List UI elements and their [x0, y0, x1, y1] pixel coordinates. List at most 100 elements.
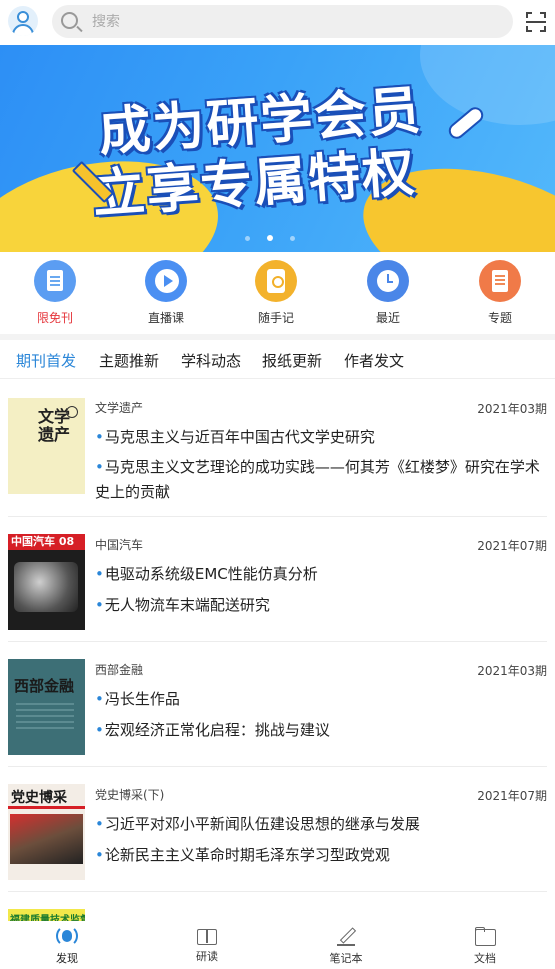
carousel-dot[interactable] — [245, 235, 250, 241]
cover-band — [8, 806, 85, 809]
article-title: 电驱动系统级EMC性能仿真分析 — [104, 565, 318, 583]
tab-4[interactable]: 报纸更新 — [262, 350, 322, 371]
journal-name: 文学遗产 — [95, 401, 144, 415]
nav-item[interactable]: 研读 — [177, 925, 237, 964]
carousel-dot[interactable] — [290, 235, 295, 241]
category-tabs: 期刊首发 主题推新 学科动态 报纸更新 作者发文 — [0, 340, 555, 379]
bullet-icon: • — [95, 596, 104, 614]
search-bar[interactable] — [52, 5, 513, 38]
article-title: 宏观经济正常化启程：挑战与建议 — [104, 721, 330, 739]
top-bar — [0, 0, 555, 44]
quick-menu-item[interactable]: 直播课 — [131, 260, 201, 326]
quick-menu-item[interactable]: 限免刊 — [20, 260, 90, 326]
search-icon — [61, 12, 78, 29]
quick-menu-item[interactable]: 随手记 — [241, 260, 311, 326]
cover-text-lines — [16, 703, 74, 733]
quick-menu-label: 直播课 — [147, 311, 184, 325]
quick-menu-label: 限免刊 — [36, 311, 73, 325]
tab-2[interactable]: 主题推新 — [99, 350, 159, 371]
article-link[interactable]: •马克思主义文艺理论的成功实践——何其芳《红楼梦》研究在学术史上的贡献 — [95, 455, 545, 505]
article-link[interactable]: •无人物流车末端配送研究 — [95, 593, 545, 618]
journal-issue: 2021年03期 — [477, 402, 547, 416]
bottom-navigation: 发现 研读 笔记本 文档 — [0, 921, 555, 969]
search-input[interactable] — [92, 5, 492, 38]
cover-photo — [10, 814, 83, 864]
article-link[interactable]: •电驱动系统级EMC性能仿真分析 — [95, 562, 545, 587]
bullet-icon: • — [95, 846, 104, 864]
journal-item[interactable]: 文学遗产 文学遗产 2021年03期 •马克思主义与近百年中国古代文学史研究 •马克思主… — [0, 380, 555, 517]
discover-dot — [62, 930, 72, 942]
article-title: 马克思主义与近百年中国古代文学史研究 — [104, 428, 375, 446]
pen-icon — [335, 925, 357, 947]
nav-label: 笔记本 — [329, 952, 363, 965]
avatar-head-icon — [17, 11, 29, 23]
book-open-icon — [197, 929, 217, 945]
journal-cover[interactable]: 文学遗产 — [8, 398, 85, 494]
cover-seal-icon — [66, 406, 78, 418]
avatar[interactable] — [8, 6, 38, 36]
journal-cover[interactable]: 西部金融 — [8, 659, 85, 755]
folder-icon — [474, 925, 496, 947]
quick-menu-label: 最近 — [375, 311, 400, 325]
play-icon — [145, 260, 187, 302]
nav-label: 文档 — [474, 952, 496, 965]
journal-issue: 2021年07期 — [477, 789, 547, 803]
tab-1[interactable]: 期刊首发 — [16, 350, 76, 371]
play-icon-glyph — [155, 269, 179, 293]
tab-3[interactable]: 学科动态 — [181, 350, 241, 371]
journal-cover[interactable]: 中国汽车 08 — [8, 534, 85, 630]
article-title: 冯长生作品 — [104, 690, 180, 708]
avatar-body-icon — [12, 24, 34, 36]
nav-item[interactable]: 文档 — [455, 925, 515, 966]
quick-menu-label: 专题 — [487, 311, 512, 325]
article-link[interactable]: •马克思主义与近百年中国古代文学史研究 — [95, 425, 545, 450]
journal-issue: 2021年03期 — [477, 664, 547, 678]
tab-5[interactable]: 作者发文 — [344, 350, 404, 371]
cover-photo — [14, 562, 78, 612]
nav-label: 研读 — [196, 950, 218, 963]
article-title: 马克思主义文艺理论的成功实践——何其芳《红楼梦》研究在学术史上的贡献 — [95, 458, 540, 501]
article-title: 论新民主主义革命时期毛泽东学习型政党观 — [104, 846, 390, 864]
banner-decoration — [420, 45, 555, 125]
document-icon-glyph — [47, 270, 63, 291]
article-link[interactable]: •宏观经济正常化启程：挑战与建议 — [95, 718, 545, 743]
quick-menu-item[interactable]: 专题 — [465, 260, 535, 326]
promo-banner[interactable]: 成为研学会员 立享专属特权 — [0, 45, 555, 252]
journal-issue: 2021年07期 — [477, 539, 547, 553]
journal-item[interactable]: 中国汽车 08 中国汽车 2021年07期 •电驱动系统级EMC性能仿真分析 •无人物流… — [0, 517, 555, 642]
note-icon — [255, 260, 297, 302]
journal-cover[interactable]: 党史博采 — [8, 784, 85, 880]
article-link[interactable]: •习近平对邓小平新闻队伍建设思想的继承与发展 — [95, 812, 545, 837]
clock-icon — [367, 260, 409, 302]
document-icon — [34, 260, 76, 302]
quick-menu: 限免刊 直播课 随手记 最近 专题 — [0, 252, 555, 334]
book-icon-glyph — [492, 270, 508, 292]
journal-name: 中国汽车 — [95, 538, 144, 552]
cover-title: 中国汽车 08 — [8, 534, 85, 550]
carousel-indicator[interactable] — [245, 235, 295, 241]
quick-menu-item[interactable]: 最近 — [353, 260, 423, 326]
article-title: 习近平对邓小平新闻队伍建设思想的继承与发展 — [104, 815, 420, 833]
note-icon-glyph — [267, 269, 285, 293]
article-link[interactable]: •论新民主主义革命时期毛泽东学习型政党观 — [95, 843, 545, 868]
journal-name: 西部金融 — [95, 663, 144, 677]
cover-title: 西部金融 — [14, 677, 75, 695]
clock-icon-glyph — [377, 270, 399, 292]
journal-item[interactable]: 西部金融 西部金融 2021年03期 •冯长生作品 •宏观经济正常化启程：挑战与建议 — [0, 642, 555, 767]
article-link[interactable]: •冯长生作品 — [95, 687, 545, 712]
book-icon — [479, 260, 521, 302]
nav-item[interactable]: 发现 — [37, 925, 97, 966]
journal-item[interactable]: 党史博采 党史博采(下) 2021年07期 •习近平对邓小平新闻队伍建设思想的继承与发… — [0, 767, 555, 892]
nav-item[interactable]: 笔记本 — [316, 925, 376, 966]
bullet-icon: • — [95, 690, 104, 708]
bullet-icon: • — [95, 815, 104, 833]
discover-icon — [56, 925, 78, 947]
nav-label: 发现 — [56, 952, 78, 965]
bullet-icon: • — [95, 565, 104, 583]
bullet-icon: • — [95, 458, 104, 476]
bullet-icon: • — [95, 428, 104, 446]
scan-icon[interactable] — [526, 12, 546, 32]
carousel-dot[interactable] — [267, 235, 273, 241]
app-screen: 成为研学会员 立享专属特权 限免刊 直播课 随手记 最近 专题 期刊首发 主题推新 学科动态… — [0, 0, 555, 969]
cover-title: 党史博采 — [11, 790, 67, 806]
